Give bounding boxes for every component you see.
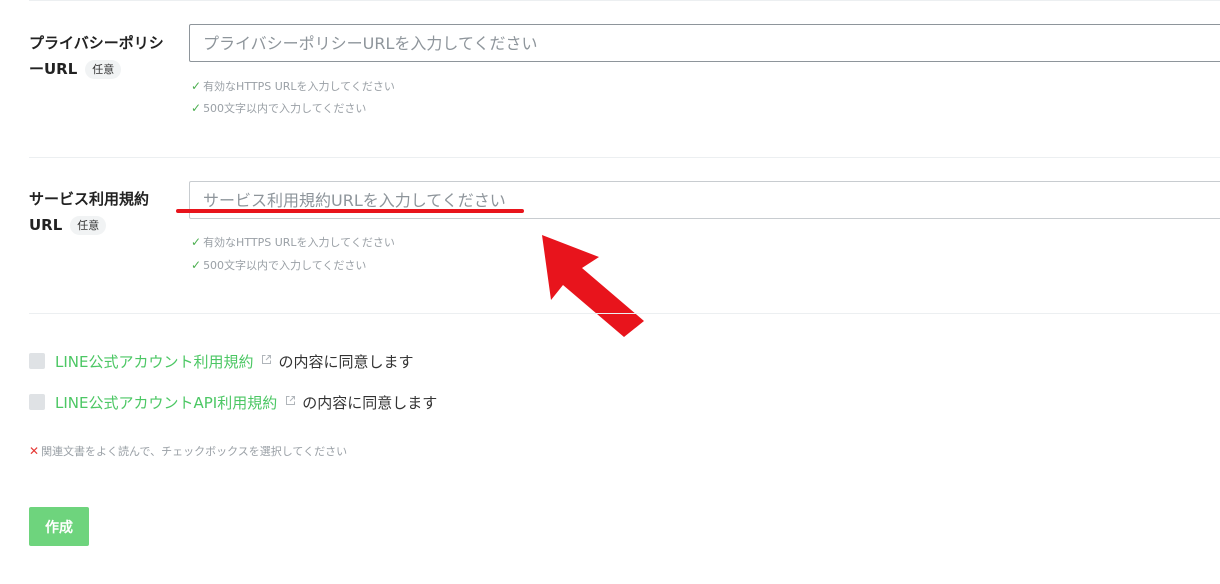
privacy-hint-https-text: 有効なHTTPS URLを入力してください <box>203 80 395 93</box>
terms-hint-https: ✓ 有効なHTTPS URLを入力してください <box>191 234 395 251</box>
annotation-underline <box>176 209 524 213</box>
terms-link[interactable]: LINE公式アカウント利用規約 <box>55 353 253 371</box>
divider-middle <box>29 157 1220 158</box>
agreement-suffix: の内容に同意します <box>278 353 414 371</box>
external-link-icon <box>262 355 272 364</box>
divider-top <box>29 0 1220 1</box>
create-button[interactable]: 作成 <box>29 507 89 546</box>
terms-label-line1: サービス利用規約 <box>29 190 150 208</box>
agreement-row-terms: LINE公式アカウント利用規約 の内容に同意します <box>29 351 414 373</box>
terms-hint-https-text: 有効なHTTPS URLを入力してください <box>203 236 395 249</box>
divider-bottom <box>29 313 1220 314</box>
terms-hint-length-text: 500文字以内で入力してください <box>203 259 367 272</box>
agreement-error-message: ✕ 関連文書をよく読んで、チェックボックスを選択してください <box>29 443 347 460</box>
external-link-icon <box>286 396 296 405</box>
agreement-checkbox-api-terms[interactable] <box>29 394 45 410</box>
terms-label-line2: URL 任意 <box>29 212 179 238</box>
privacy-policy-label: プライバシーポリシ ーURL 任意 <box>29 30 179 82</box>
privacy-hint-length-text: 500文字以内で入力してください <box>203 102 367 115</box>
agreement-checkbox-terms[interactable] <box>29 353 45 369</box>
error-x-icon: ✕ <box>29 444 40 458</box>
agreement-row-api-terms: LINE公式アカウントAPI利用規約 の内容に同意します <box>29 392 437 414</box>
check-icon: ✓ <box>191 101 202 115</box>
terms-hint-length: ✓ 500文字以内で入力してください <box>191 257 366 274</box>
agreement-suffix: の内容に同意します <box>302 394 438 412</box>
privacy-policy-url-input[interactable] <box>189 24 1220 62</box>
terms-of-service-url-input[interactable] <box>189 181 1220 219</box>
agreement-error-text: 関連文書をよく読んで、チェックボックスを選択してください <box>41 445 348 458</box>
optional-badge: 任意 <box>70 216 107 235</box>
optional-badge: 任意 <box>85 60 122 79</box>
check-icon: ✓ <box>191 79 202 93</box>
privacy-hint-https: ✓ 有効なHTTPS URLを入力してください <box>191 78 395 95</box>
terms-label-line2-text: URL <box>29 216 63 234</box>
api-terms-link[interactable]: LINE公式アカウントAPI利用規約 <box>55 394 277 412</box>
privacy-policy-label-line2: ーURL 任意 <box>29 56 179 82</box>
check-icon: ✓ <box>191 258 202 272</box>
check-icon: ✓ <box>191 235 202 249</box>
terms-of-service-label: サービス利用規約 URL 任意 <box>29 186 179 238</box>
privacy-policy-label-line2-text: ーURL <box>29 60 78 78</box>
annotation-arrow-icon <box>542 235 644 337</box>
privacy-policy-label-line1: プライバシーポリシ <box>29 34 164 52</box>
privacy-hint-length: ✓ 500文字以内で入力してください <box>191 100 366 117</box>
